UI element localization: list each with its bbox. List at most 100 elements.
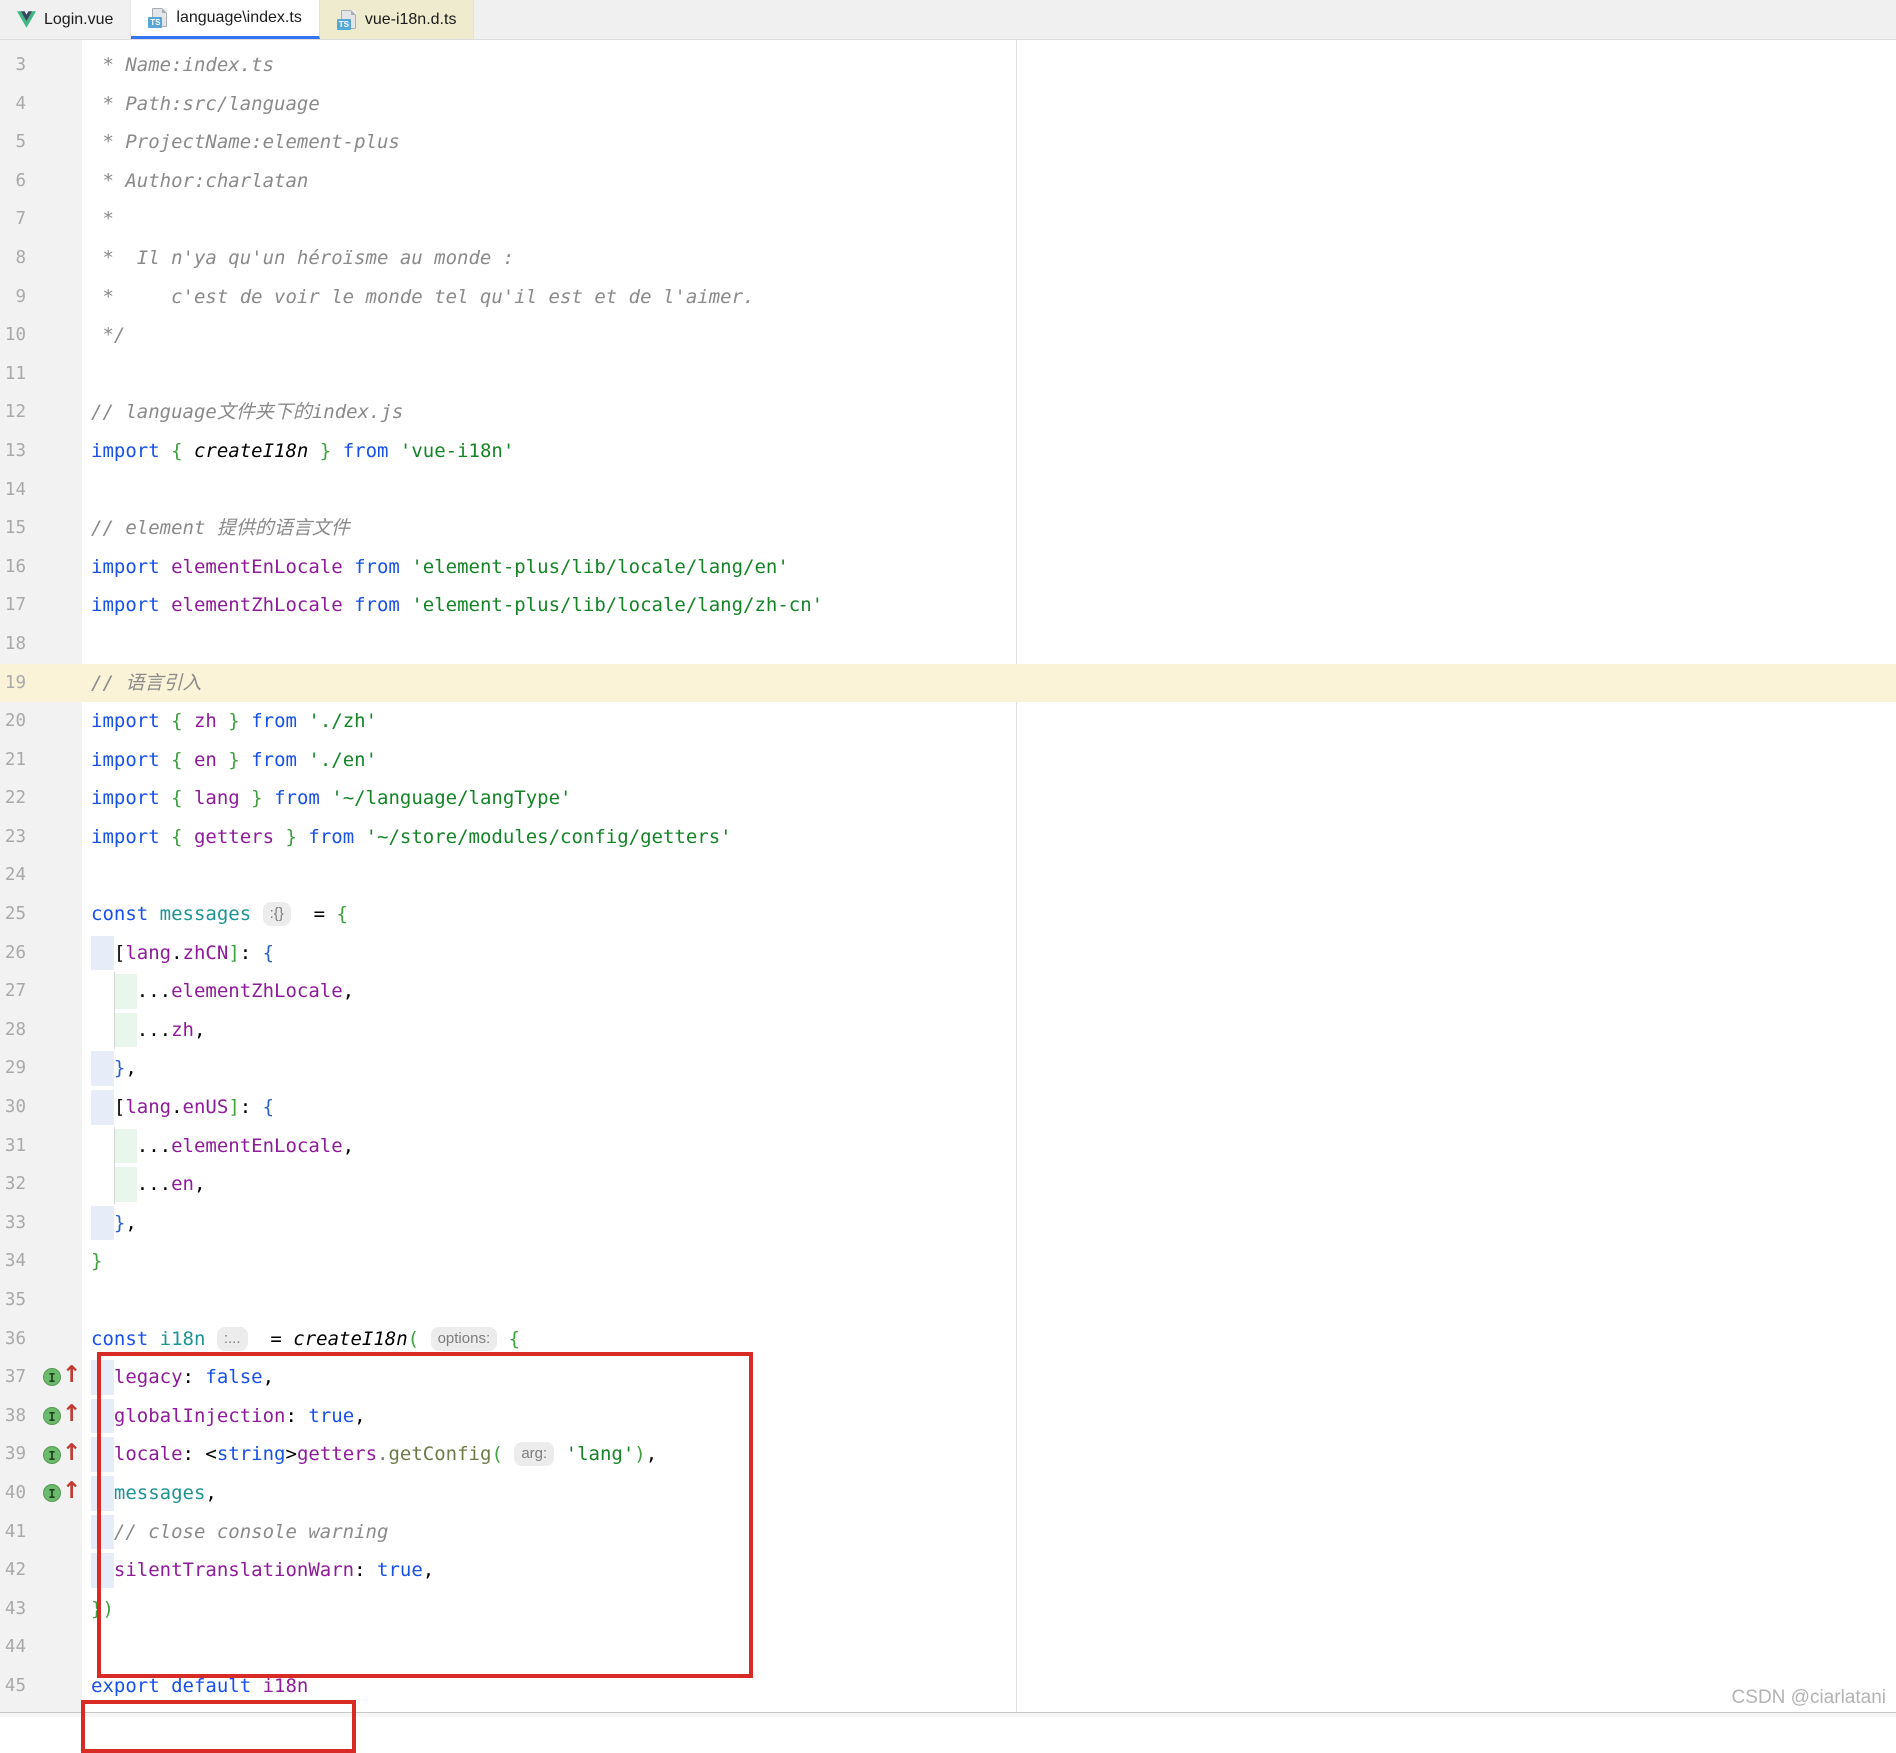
code-line-41[interactable]: 41 // close console warning	[0, 1513, 1896, 1552]
code-line-9[interactable]: 9 * c'est de voir le monde tel qu'il est…	[0, 278, 1896, 317]
code-line-45[interactable]: 45export default i18n	[0, 1667, 1896, 1706]
typescript-file-icon: TS	[148, 8, 168, 28]
code-text: ...elementEnLocale,	[82, 1127, 1896, 1166]
code-line-21[interactable]: 21import { en } from './en'	[0, 741, 1896, 780]
line-number: 29	[0, 1049, 26, 1088]
code-text: [lang.zhCN]: {	[82, 934, 1896, 973]
line-number: 32	[0, 1165, 26, 1204]
line-number: 34	[0, 1242, 26, 1281]
code-line-15[interactable]: 15// element 提供的语言文件	[0, 509, 1896, 548]
code-line-32[interactable]: 32 ...en,	[0, 1165, 1896, 1204]
code-line-33[interactable]: 33 },	[0, 1204, 1896, 1243]
code-line-12[interactable]: 12// language文件夹下的index.js	[0, 393, 1896, 432]
code-text	[82, 1628, 1896, 1667]
code-line-38[interactable]: 38I↑ globalInjection: true,	[0, 1397, 1896, 1436]
code-line-5[interactable]: 5 * ProjectName:element-plus	[0, 123, 1896, 162]
line-number: 37	[0, 1358, 26, 1397]
code-line-30[interactable]: 30 [lang.enUS]: {	[0, 1088, 1896, 1127]
code-text: },	[82, 1204, 1896, 1243]
code-line-8[interactable]: 8 * Il n'ya qu'un héroïsme au monde :	[0, 239, 1896, 278]
code-line-3[interactable]: 3 * Name:index.ts	[0, 46, 1896, 85]
code-line-42[interactable]: 42 silentTranslationWarn: true,	[0, 1551, 1896, 1590]
code-line-37[interactable]: 37I↑ legacy: false,	[0, 1358, 1896, 1397]
line-number: 22	[0, 779, 26, 818]
gutter-spacer	[26, 509, 82, 548]
code-text: ...zh,	[82, 1011, 1896, 1050]
line-number: 24	[0, 856, 26, 895]
inlay-hint: options:	[431, 1327, 498, 1351]
line-number: 45	[0, 1667, 26, 1706]
gutter-spacer	[26, 1590, 82, 1629]
code-text: ...elementZhLocale,	[82, 972, 1896, 1011]
tab-label: language\index.ts	[176, 9, 301, 27]
line-number: 23	[0, 818, 26, 857]
gutter-spacer	[26, 1320, 82, 1359]
code-line-14[interactable]: 14	[0, 471, 1896, 510]
code-text: * Path:src/language	[82, 85, 1896, 124]
code-line-27[interactable]: 27 ...elementZhLocale,	[0, 972, 1896, 1011]
code-text	[82, 1281, 1896, 1320]
code-text: */	[82, 316, 1896, 355]
i18n-gutter-icon[interactable]: I↑	[26, 1435, 82, 1474]
code-editor[interactable]: 3 * Name:index.ts4 * Path:src/language5 …	[0, 40, 1896, 1717]
i18n-gutter-icon[interactable]: I↑	[26, 1474, 82, 1513]
code-line-20[interactable]: 20import { zh } from './zh'	[0, 702, 1896, 741]
tab-login-vue[interactable]: Login.vue	[0, 0, 131, 39]
code-text: * Name:index.ts	[82, 46, 1896, 85]
code-line-44[interactable]: 44	[0, 1628, 1896, 1667]
code-line-34[interactable]: 34}	[0, 1242, 1896, 1281]
code-line-26[interactable]: 26 [lang.zhCN]: {	[0, 934, 1896, 973]
code-text	[82, 856, 1896, 895]
code-text: globalInjection: true,	[82, 1397, 1896, 1436]
code-line-11[interactable]: 11	[0, 355, 1896, 394]
line-number: 8	[0, 239, 26, 278]
i18n-gutter-icon[interactable]: I↑	[26, 1397, 82, 1436]
green-circle-i-icon[interactable]: I	[43, 1484, 61, 1502]
code-text: const i18n :... = createI18n( options: {	[82, 1320, 1896, 1359]
code-line-24[interactable]: 24	[0, 856, 1896, 895]
code-line-23[interactable]: 23import { getters } from '~/store/modul…	[0, 818, 1896, 857]
i18n-gutter-icon[interactable]: I↑	[26, 1358, 82, 1397]
code-line-18[interactable]: 18	[0, 625, 1896, 664]
code-line-22[interactable]: 22import { lang } from '~/language/langT…	[0, 779, 1896, 818]
green-circle-i-icon[interactable]: I	[43, 1446, 61, 1464]
code-text	[82, 625, 1896, 664]
line-number: 4	[0, 85, 26, 124]
code-line-16[interactable]: 16import elementEnLocale from 'element-p…	[0, 548, 1896, 587]
code-line-13[interactable]: 13import { createI18n } from 'vue-i18n'	[0, 432, 1896, 471]
code-line-17[interactable]: 17import elementZhLocale from 'element-p…	[0, 586, 1896, 625]
code-line-29[interactable]: 29 },	[0, 1049, 1896, 1088]
green-circle-i-icon[interactable]: I	[43, 1368, 61, 1386]
line-number: 6	[0, 162, 26, 201]
window-bottom-edge	[0, 1712, 1896, 1717]
code-line-28[interactable]: 28 ...zh,	[0, 1011, 1896, 1050]
code-text: },	[82, 1049, 1896, 1088]
code-line-40[interactable]: 40I↑ messages,	[0, 1474, 1896, 1513]
green-circle-i-icon[interactable]: I	[43, 1407, 61, 1425]
line-number: 11	[0, 355, 26, 394]
code-line-35[interactable]: 35	[0, 1281, 1896, 1320]
tab-language-index-ts[interactable]: TS language\index.ts	[131, 0, 319, 39]
code-line-6[interactable]: 6 * Author:charlatan	[0, 162, 1896, 201]
editor-tab-bar: Login.vue TS language\index.ts TS vue-i1…	[0, 0, 1896, 40]
code-line-36[interactable]: 36const i18n :... = createI18n( options:…	[0, 1320, 1896, 1359]
line-number: 26	[0, 934, 26, 973]
red-up-arrow-icon: ↑	[62, 1443, 81, 1463]
gutter-spacer	[26, 1204, 82, 1243]
gutter-spacer	[26, 895, 82, 934]
code-line-39[interactable]: 39I↑ locale: <string>getters.getConfig( …	[0, 1435, 1896, 1474]
gutter-spacer	[26, 1281, 82, 1320]
code-text	[82, 471, 1896, 510]
tab-vue-i18n-d-ts[interactable]: TS vue-i18n.d.ts	[320, 0, 475, 39]
gutter-spacer	[26, 471, 82, 510]
code-line-10[interactable]: 10 */	[0, 316, 1896, 355]
red-up-arrow-icon: ↑	[62, 1481, 81, 1501]
line-number: 15	[0, 509, 26, 548]
code-line-25[interactable]: 25const messages :{} = {	[0, 895, 1896, 934]
code-line-7[interactable]: 7 *	[0, 200, 1896, 239]
code-line-19[interactable]: 19// 语言引入	[0, 664, 1896, 703]
code-line-31[interactable]: 31 ...elementEnLocale,	[0, 1127, 1896, 1166]
code-line-4[interactable]: 4 * Path:src/language	[0, 85, 1896, 124]
code-line-43[interactable]: 43})	[0, 1590, 1896, 1629]
gutter-spacer	[26, 393, 82, 432]
